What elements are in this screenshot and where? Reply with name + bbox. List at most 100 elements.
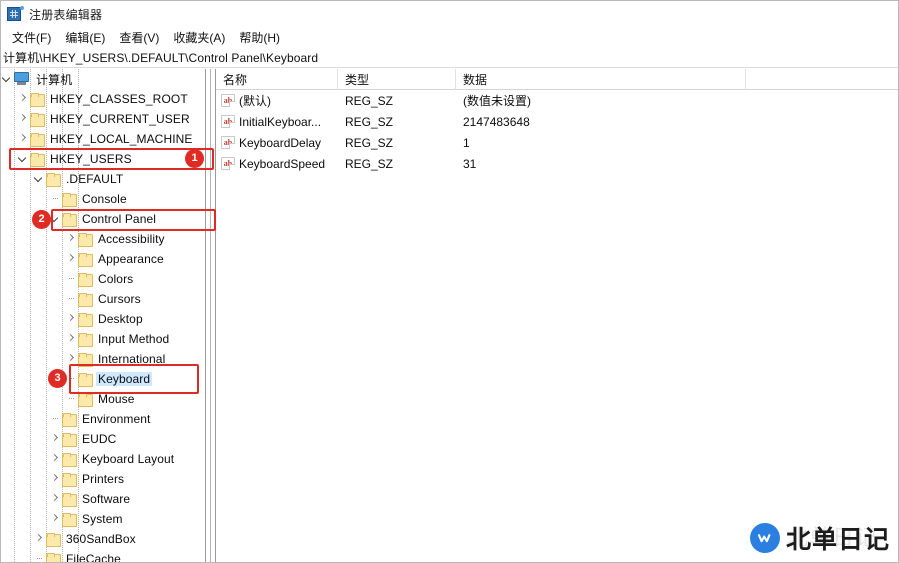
tree-item-accessibility[interactable]: Accessibility [1, 229, 205, 249]
chevron-right-icon[interactable] [49, 489, 62, 509]
address-path: 计算机\HKEY_USERS\.DEFAULT\Control Panel\Ke… [3, 51, 319, 65]
tree-item-system[interactable]: System [1, 509, 205, 529]
tree-item-label: Colors [98, 272, 134, 286]
chevron-right-icon[interactable] [65, 329, 78, 349]
chevron-right-icon[interactable] [33, 529, 46, 549]
tree-item-label: Desktop [98, 312, 143, 326]
value-type-cell: REG_SZ [345, 156, 394, 171]
chevron-right-icon[interactable] [17, 89, 30, 109]
tree-item-label: Accessibility [98, 232, 165, 246]
address-bar[interactable]: 计算机\HKEY_USERS\.DEFAULT\Control Panel\Ke… [1, 48, 898, 68]
menu-item-view[interactable]: 查看(V) [113, 28, 167, 48]
value-data-cell: 1 [463, 135, 470, 150]
chevron-right-icon[interactable] [17, 129, 30, 149]
tree-item-label: Keyboard [96, 372, 153, 386]
tree-item-appearance[interactable]: Appearance [1, 249, 205, 269]
tree-item-hkey-local-machine[interactable]: HKEY_LOCAL_MACHINE [1, 129, 205, 149]
registry-tree-panel[interactable]: 计算机 HKEY_CLASSES_ROOT HKEY_CURRENT_USER HKE… [1, 69, 205, 562]
chevron-down-icon[interactable] [49, 209, 62, 229]
value-name-cell: ab (默认) [216, 92, 338, 109]
chevron-right-icon[interactable] [65, 309, 78, 329]
menu-item-edit[interactable]: 编辑(E) [59, 28, 113, 48]
column-header-data[interactable]: 数据 [456, 68, 746, 90]
panel-splitter[interactable] [205, 69, 216, 562]
tree-item-label: Appearance [98, 252, 164, 266]
registry-values-panel: 名称 类型 数据 ab (默认) REG_SZ (数值未设置) ab InitialKey… [216, 68, 898, 562]
table-row[interactable]: ab KeyboardSpeed REG_SZ 31 [216, 153, 898, 174]
folder-icon [46, 532, 61, 547]
folder-icon [62, 192, 77, 207]
tree-item-eudc[interactable]: EUDC [1, 429, 205, 449]
tree-item-hkey-current-user[interactable]: HKEY_CURRENT_USER [1, 109, 205, 129]
chevron-right-icon[interactable] [49, 469, 62, 489]
values-column-header: 名称 类型 数据 [216, 68, 898, 90]
folder-icon [78, 392, 93, 407]
registry-tree-list: 计算机 HKEY_CLASSES_ROOT HKEY_CURRENT_USER HKE… [1, 69, 205, 562]
tree-leaf-connector-icon [33, 549, 46, 562]
tree-item-colors[interactable]: Colors [1, 269, 205, 289]
chevron-down-icon[interactable] [17, 149, 30, 169]
folder-icon [78, 292, 93, 307]
tree-item-keyboard[interactable]: Keyboard [1, 369, 205, 389]
column-header-name[interactable]: 名称 [216, 68, 338, 90]
tree-item-international[interactable]: International [1, 349, 205, 369]
tree-leaf-connector-icon [65, 389, 78, 409]
tree-item-hkey-classes-root[interactable]: HKEY_CLASSES_ROOT [1, 89, 205, 109]
value-name-text: (默认) [239, 94, 271, 108]
value-type-cell: REG_SZ [345, 93, 394, 108]
menu-item-file[interactable]: 文件(F) [6, 28, 59, 48]
tree-item-label: Software [82, 492, 131, 506]
folder-icon [78, 372, 93, 387]
values-list: ab (默认) REG_SZ (数值未设置) ab InitialKeyboar... RE… [216, 90, 898, 174]
chevron-right-icon[interactable] [65, 349, 78, 369]
title-bar: 注册表编辑器 [1, 1, 898, 27]
tree-item-mouse[interactable]: Mouse [1, 389, 205, 409]
window-title: 注册表编辑器 [29, 7, 103, 22]
menu-bar: 文件(F) 编辑(E) 查看(V) 收藏夹(A) 帮助(H) [1, 28, 898, 48]
chevron-right-icon[interactable] [49, 429, 62, 449]
tree-item-software[interactable]: Software [1, 489, 205, 509]
tree-item-label: Environment [82, 412, 151, 426]
tree-item-cursors[interactable]: Cursors [1, 289, 205, 309]
tree-item-hkey-users[interactable]: HKEY_USERS [1, 149, 205, 169]
tree-item-label: Cursors [98, 292, 141, 306]
tree-item-desktop[interactable]: Desktop [1, 309, 205, 329]
menu-item-favorites[interactable]: 收藏夹(A) [167, 28, 233, 48]
column-header-filler [746, 69, 898, 90]
chevron-right-icon[interactable] [49, 509, 62, 529]
table-row[interactable]: ab KeyboardDelay REG_SZ 1 [216, 132, 898, 153]
tree-item-control-panel[interactable]: Control Panel [1, 209, 205, 229]
tree-item-console[interactable]: Console [1, 189, 205, 209]
value-data-cell: 31 [463, 156, 477, 171]
table-row[interactable]: ab (默认) REG_SZ (数值未设置) [216, 90, 898, 111]
tree-item-input-method[interactable]: Input Method [1, 329, 205, 349]
folder-icon [78, 352, 93, 367]
folder-icon [78, 332, 93, 347]
tree-item-360sandbox[interactable]: 360SandBox [1, 529, 205, 549]
folder-icon [30, 152, 45, 167]
tree-item-label: Keyboard Layout [82, 452, 175, 466]
value-name-text: KeyboardDelay [239, 135, 322, 150]
tree-item-printers[interactable]: Printers [1, 469, 205, 489]
chevron-right-icon[interactable] [65, 249, 78, 269]
table-row[interactable]: ab InitialKeyboar... REG_SZ 2147483648 [216, 111, 898, 132]
tree-item-filecache[interactable]: FileCache [1, 549, 205, 562]
value-name-text: KeyboardSpeed [239, 156, 326, 171]
tree-item-keyboard-layout[interactable]: Keyboard Layout [1, 449, 205, 469]
column-header-type[interactable]: 类型 [338, 68, 456, 90]
chevron-down-icon[interactable] [33, 169, 46, 189]
menu-item-help[interactable]: 帮助(H) [233, 28, 288, 48]
value-name-text: InitialKeyboar... [239, 114, 322, 129]
tree-item-default[interactable]: .DEFAULT [1, 169, 205, 189]
tree-item-[interactable]: 计算机 [1, 69, 205, 89]
tree-item-label: .DEFAULT [66, 172, 124, 186]
tree-item-environment[interactable]: Environment [1, 409, 205, 429]
chevron-right-icon[interactable] [49, 449, 62, 469]
string-value-icon: ab [221, 115, 235, 128]
chevron-right-icon[interactable] [65, 229, 78, 249]
tree-item-label: 计算机 [36, 72, 73, 87]
folder-icon [30, 132, 45, 147]
chevron-right-icon[interactable] [17, 109, 30, 129]
folder-icon [62, 452, 77, 467]
chevron-down-icon[interactable] [1, 69, 14, 89]
